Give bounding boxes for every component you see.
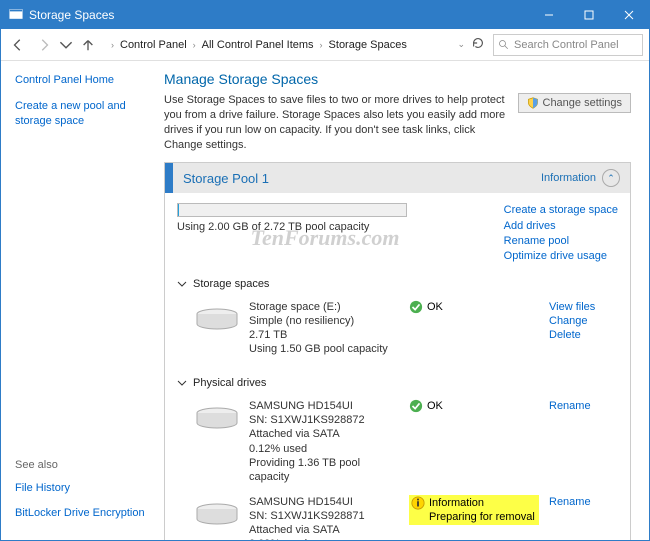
collapse-icon[interactable]: ⌃ xyxy=(602,169,620,187)
page-heading: Manage Storage Spaces xyxy=(164,71,631,87)
breadcrumb[interactable]: Storage Spaces xyxy=(329,39,407,51)
section-label: Physical drives xyxy=(193,377,266,389)
drive-serial: SN: S1XWJ1KS928872 xyxy=(249,413,399,427)
chevron-right-icon: › xyxy=(189,40,200,50)
sidebar-file-history-link[interactable]: File History xyxy=(15,481,148,495)
space-name: Storage space (E:) xyxy=(249,300,399,314)
storage-space-item: Storage space (E:) Simple (no resiliency… xyxy=(177,296,618,363)
breadcrumb[interactable]: All Control Panel Items xyxy=(202,39,314,51)
space-resiliency: Simple (no resiliency) xyxy=(249,314,399,328)
window-icon xyxy=(9,7,23,24)
maximize-button[interactable] xyxy=(569,1,609,29)
see-also-label: See also xyxy=(15,459,148,471)
main-content: Manage Storage Spaces Use Storage Spaces… xyxy=(156,61,649,540)
breadcrumb[interactable]: Control Panel xyxy=(120,39,187,51)
search-input[interactable]: Search Control Panel xyxy=(493,34,643,56)
optimize-link[interactable]: Optimize drive usage xyxy=(504,249,618,263)
pool-usage-bar xyxy=(177,203,407,217)
drive-attach: Attached via SATA xyxy=(249,523,399,537)
pool-actions: Create a storage space Add drives Rename… xyxy=(504,203,618,263)
drive-icon xyxy=(195,407,239,431)
pool-usage-text: Using 2.00 GB of 2.72 TB pool capacity xyxy=(177,221,484,233)
page-description: Use Storage Spaces to save files to two … xyxy=(164,93,510,152)
section-label: Storage spaces xyxy=(193,278,269,290)
close-button[interactable] xyxy=(609,1,649,29)
status-title: Information xyxy=(429,496,535,510)
sidebar: Control Panel Home Create a new pool and… xyxy=(1,61,156,540)
sidebar-home-link[interactable]: Control Panel Home xyxy=(15,73,148,87)
ok-icon xyxy=(409,399,423,413)
storage-spaces-section[interactable]: Storage spaces xyxy=(177,278,618,290)
drive-icon xyxy=(195,308,239,332)
ok-icon xyxy=(409,300,423,314)
pool-header[interactable]: Storage Pool 1 Information ⌃ xyxy=(165,163,630,193)
physical-drives-section[interactable]: Physical drives xyxy=(177,377,618,389)
change-settings-button[interactable]: Change settings xyxy=(518,93,632,113)
minimize-button[interactable] xyxy=(529,1,569,29)
sidebar-bitlocker-link[interactable]: BitLocker Drive Encryption xyxy=(15,506,148,520)
drive-used: 0.12% used xyxy=(249,442,399,456)
drive-providing: Providing 1.36 TB pool capacity xyxy=(249,456,399,485)
change-settings-label: Change settings xyxy=(543,97,623,109)
space-size: 2.71 TB xyxy=(249,328,399,342)
shield-icon xyxy=(527,97,539,109)
rename-link[interactable]: Rename xyxy=(549,399,591,413)
physical-drive-item: SAMSUNG HD154UI SN: S1XWJ1KS928871 Attac… xyxy=(177,491,618,540)
sidebar-create-pool-link[interactable]: Create a new pool and storage space xyxy=(15,99,148,128)
pool-panel: Storage Pool 1 Information ⌃ Using 2.00 … xyxy=(164,162,631,540)
dropdown-icon[interactable]: ⌄ xyxy=(457,39,465,50)
refresh-button[interactable] xyxy=(471,36,485,53)
address-bar[interactable]: › Control Panel › All Control Panel Item… xyxy=(103,39,453,51)
drive-model: SAMSUNG HD154UI xyxy=(249,495,399,509)
physical-drive-item: SAMSUNG HD154UI SN: S1XWJ1KS928872 Attac… xyxy=(177,395,618,491)
view-files-link[interactable]: View files xyxy=(549,300,595,314)
window-title: Storage Spaces xyxy=(23,8,529,22)
space-usage: Using 1.50 GB pool capacity xyxy=(249,342,399,356)
chevron-down-icon xyxy=(177,378,187,388)
pool-name: Storage Pool 1 xyxy=(183,171,541,186)
drive-icon xyxy=(195,503,239,527)
status-text: OK xyxy=(427,399,443,413)
drive-attach: Attached via SATA xyxy=(249,427,399,441)
rename-pool-link[interactable]: Rename pool xyxy=(504,234,618,248)
navbar: › Control Panel › All Control Panel Item… xyxy=(1,29,649,61)
status-highlight: Information Preparing for removal xyxy=(409,495,539,526)
back-button[interactable] xyxy=(7,34,29,56)
drive-model: SAMSUNG HD154UI xyxy=(249,399,399,413)
drive-used: 0.09% used xyxy=(249,537,399,540)
chevron-right-icon: › xyxy=(107,40,118,50)
titlebar: Storage Spaces xyxy=(1,1,649,29)
chevron-right-icon: › xyxy=(316,40,327,50)
status-text: OK xyxy=(427,300,443,314)
chevron-down-icon xyxy=(177,279,187,289)
forward-button[interactable] xyxy=(33,34,55,56)
delete-link[interactable]: Delete xyxy=(549,328,595,342)
info-icon xyxy=(411,496,425,510)
change-link[interactable]: Change xyxy=(549,314,595,328)
up-button[interactable] xyxy=(77,34,99,56)
search-placeholder: Search Control Panel xyxy=(514,39,619,51)
recent-dropdown[interactable] xyxy=(59,34,73,56)
pool-info-link[interactable]: Information xyxy=(541,172,596,184)
rename-link[interactable]: Rename xyxy=(549,495,591,509)
search-icon xyxy=(498,39,510,51)
create-space-link[interactable]: Create a storage space xyxy=(504,203,618,217)
drive-serial: SN: S1XWJ1KS928871 xyxy=(249,509,399,523)
status-detail: Preparing for removal xyxy=(429,510,535,524)
add-drives-link[interactable]: Add drives xyxy=(504,219,618,233)
